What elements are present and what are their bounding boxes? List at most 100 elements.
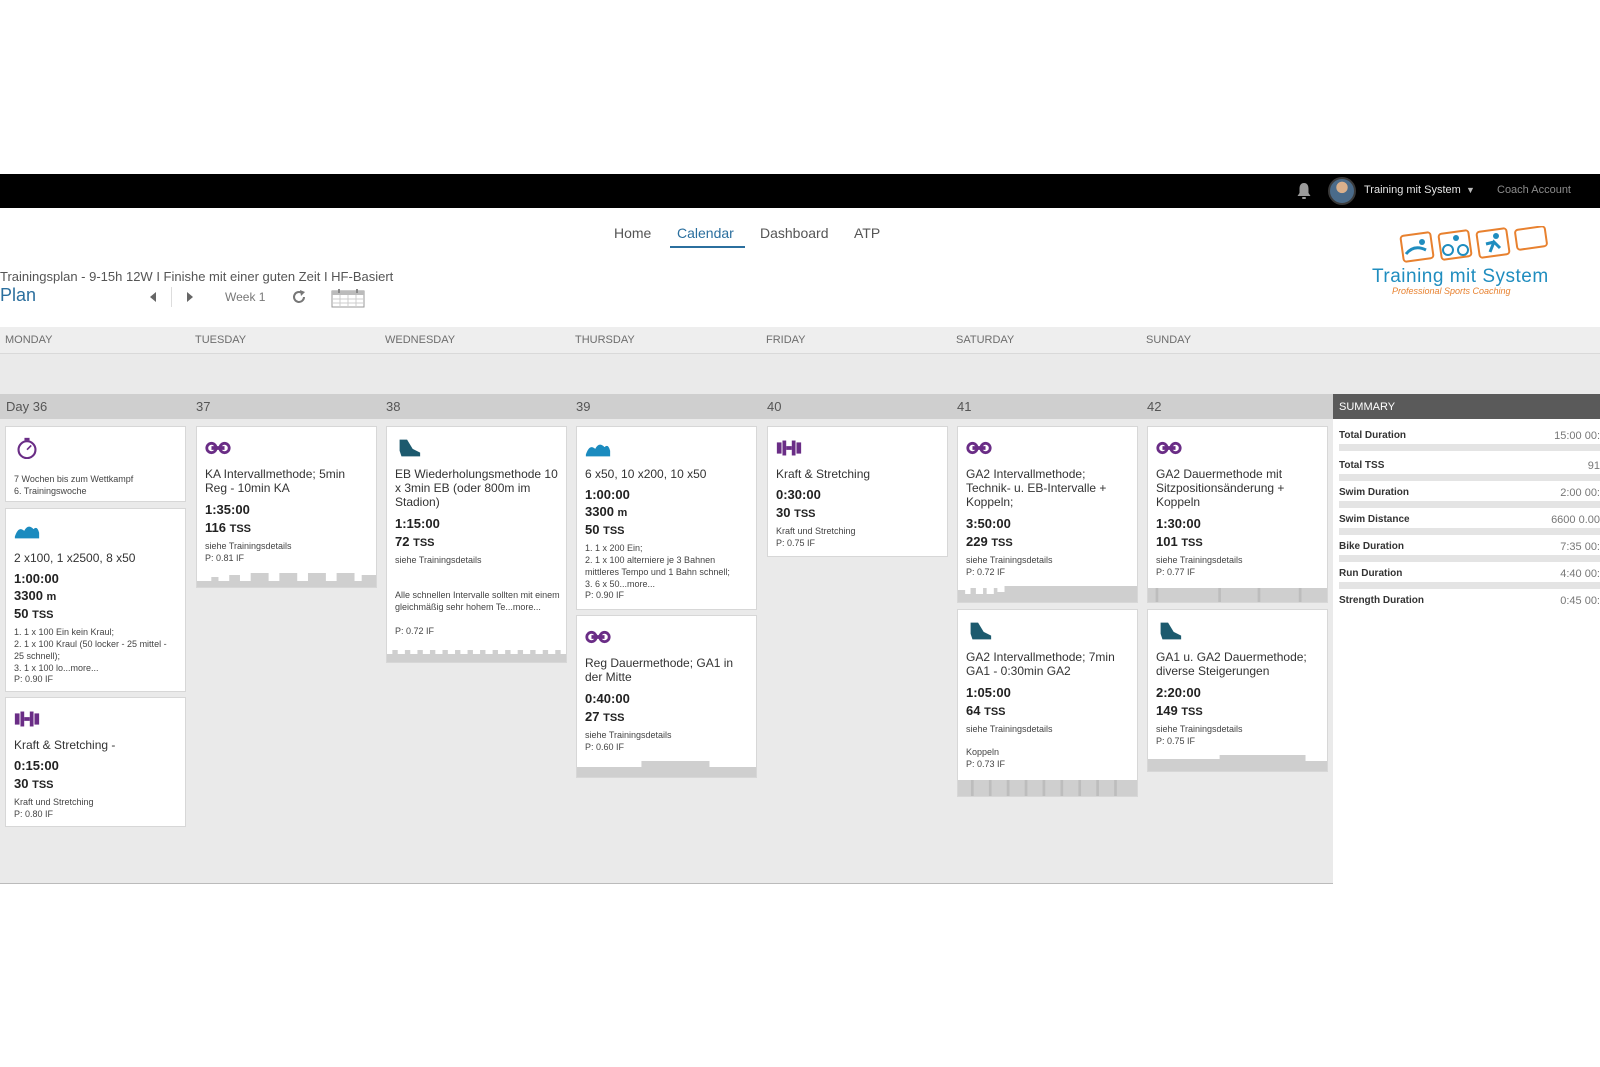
workout-card[interactable]: Reg Dauermethode; GA1 in der Mitte 0:40:… (576, 615, 757, 778)
workout-card[interactable]: GA2 Intervallmethode; Technik- u. EB-Int… (957, 426, 1138, 603)
dumbbell-icon (776, 440, 802, 456)
workout-card[interactable]: 6 x50, 10 x200, 10 x50 1:00:00 3300 m 50… (576, 426, 757, 610)
workout-profile-chart (1148, 751, 1327, 771)
workout-if: P: 0.77 IF (1156, 567, 1196, 577)
run-icon (399, 439, 421, 457)
weekday-saturday: SATURDAY (956, 334, 1015, 346)
day-number: Day 36 (6, 399, 48, 414)
logo-pictogram (1399, 225, 1548, 263)
workout-tss: 30 TSS (14, 776, 54, 791)
calendar-icon[interactable] (331, 288, 365, 308)
weekday-tuesday: TUESDAY (195, 334, 247, 346)
workout-title: 6 x50, 10 x200, 10 x50 (585, 467, 707, 481)
workout-duration: 1:00:00 (14, 571, 59, 586)
tss-value: 27 (585, 709, 600, 724)
workout-profile-chart (958, 776, 1137, 796)
workout-duration: 1:05:00 (966, 685, 1011, 700)
weekday-monday: MONDAY (5, 334, 53, 346)
event-card[interactable]: 7 Wochen bis zum Wettkampf 6. Trainingsw… (5, 426, 186, 502)
day-number: 41 (957, 399, 972, 414)
workout-title: GA1 u. GA2 Dauermethode; diverse Steiger… (1156, 650, 1307, 678)
tss-unit: TSS (1181, 706, 1203, 718)
workout-distance: 3300 m (14, 588, 56, 603)
swim-icon (14, 526, 40, 539)
user-menu[interactable]: Training mit System (1364, 184, 1461, 196)
workout-title: KA Intervallmethode; 5min Reg - 10min KA (205, 467, 346, 495)
workout-card[interactable]: 2 x100, 1 x2500, 8 x50 1:00:00 3300 m 50… (5, 508, 186, 692)
refresh-icon[interactable] (291, 289, 307, 305)
day-number: 42 (1147, 399, 1162, 414)
workout-if: P: 0.81 IF (205, 553, 245, 563)
bike-icon (966, 441, 992, 455)
tss-unit: TSS (1181, 537, 1203, 549)
workout-description: 1. 1 x 100 Ein kein Kraul; 2. 1 x 100 Kr… (14, 627, 167, 673)
summary-label: Total Duration (1339, 430, 1407, 441)
tss-value: 64 (966, 703, 981, 718)
nav-atp[interactable]: ATP (854, 225, 880, 241)
workout-title: Kraft & Stretching (776, 467, 871, 481)
workout-duration: 1:00:00 (585, 487, 630, 502)
workout-duration: 1:35:00 (205, 502, 250, 517)
dumbbell-icon (14, 711, 40, 727)
workout-title: Reg Dauermethode; GA1 in der Mitte (585, 656, 734, 684)
main-nav: Home Calendar Dashboard ATP (0, 225, 1600, 247)
workout-if: P: 0.60 IF (585, 742, 625, 752)
avatar[interactable] (1328, 177, 1356, 205)
workout-card[interactable]: GA2 Dauermethode mit Sitzpositionsänderu… (1147, 426, 1328, 603)
workout-title: EB Wiederholungsmethode 10 x 3min EB (od… (395, 467, 558, 509)
workout-tss: 50 TSS (585, 522, 625, 537)
tss-value: 116 (205, 520, 226, 535)
workout-card[interactable]: GA2 Intervallmethode; 7min GA1 - 0:30min… (957, 609, 1138, 797)
summary-bar (1339, 501, 1600, 508)
swim-icon (585, 444, 611, 457)
workout-if: P: 0.75 IF (776, 538, 816, 548)
previous-week-button[interactable] (150, 292, 156, 302)
workout-tss: 116 TSS (205, 520, 251, 535)
workout-description: siehe Trainingsdetails (395, 555, 482, 565)
workout-if: P: 0.90 IF (585, 590, 625, 600)
tss-unit: TSS (413, 537, 435, 549)
workout-card[interactable]: KA Intervallmethode; 5min Reg - 10min KA… (196, 426, 377, 588)
summary-row: Total Duration 15:00 00: (1339, 430, 1600, 451)
distance-value: 3300 (14, 588, 43, 603)
workout-tss: 72 TSS (395, 534, 435, 549)
chevron-down-icon[interactable]: ▼ (1466, 185, 1475, 195)
workout-card[interactable]: EB Wiederholungsmethode 10 x 3min EB (od… (386, 426, 567, 663)
workout-profile-chart (197, 567, 376, 587)
summary-label: Strength Duration (1339, 595, 1424, 606)
workout-title: 2 x100, 1 x2500, 8 x50 (14, 551, 136, 565)
workout-description: 1. 1 x 200 Ein; 2. 1 x 100 alterniere je… (585, 543, 730, 589)
workout-title: GA2 Intervallmethode; Technik- u. EB-Int… (966, 467, 1107, 509)
nav-dashboard[interactable]: Dashboard (760, 225, 829, 241)
brand-logo: Training mit System Professional Sports … (1370, 225, 1575, 302)
bike-icon (585, 630, 611, 644)
summary-bar (1339, 555, 1600, 562)
workout-profile-chart (1148, 582, 1327, 602)
summary-value: 6600 0.00 (1551, 514, 1600, 526)
bell-icon[interactable] (1296, 182, 1312, 200)
day-number: 39 (576, 399, 591, 414)
workout-card[interactable]: Kraft & Stretching 0:30:00 30 TSS Kraft … (767, 426, 948, 557)
summary-header: SUMMARY (1333, 394, 1600, 419)
workout-if: P: 0.72 IF (966, 567, 1006, 577)
tss-unit: TSS (603, 525, 625, 537)
workout-card[interactable]: GA1 u. GA2 Dauermethode; diverse Steiger… (1147, 609, 1328, 772)
day-number: 40 (767, 399, 782, 414)
tss-value: 101 (1156, 534, 1178, 549)
workout-description: siehe Trainingsdetails (205, 541, 292, 551)
summary-bar (1339, 582, 1600, 589)
summary-value: 2:00 00: (1560, 487, 1600, 499)
nav-home[interactable]: Home (614, 225, 651, 241)
workout-tss: 64 TSS (966, 703, 1006, 718)
nav-calendar[interactable]: Calendar (677, 225, 734, 241)
tss-value: 30 (14, 776, 29, 791)
workout-if: P: 0.90 IF (14, 674, 54, 684)
summary-value: 0:45 00: (1560, 595, 1600, 607)
tss-value: 50 (585, 522, 600, 537)
tss-unit: TSS (32, 779, 54, 791)
top-bar: Training mit System ▼ Coach Account (0, 174, 1600, 208)
active-tab-indicator (670, 246, 745, 248)
workout-card[interactable]: Kraft & Stretching - 0:15:00 30 TSS Kraf… (5, 697, 186, 827)
next-week-button[interactable] (187, 292, 193, 302)
workout-note: Koppeln (966, 747, 1000, 757)
